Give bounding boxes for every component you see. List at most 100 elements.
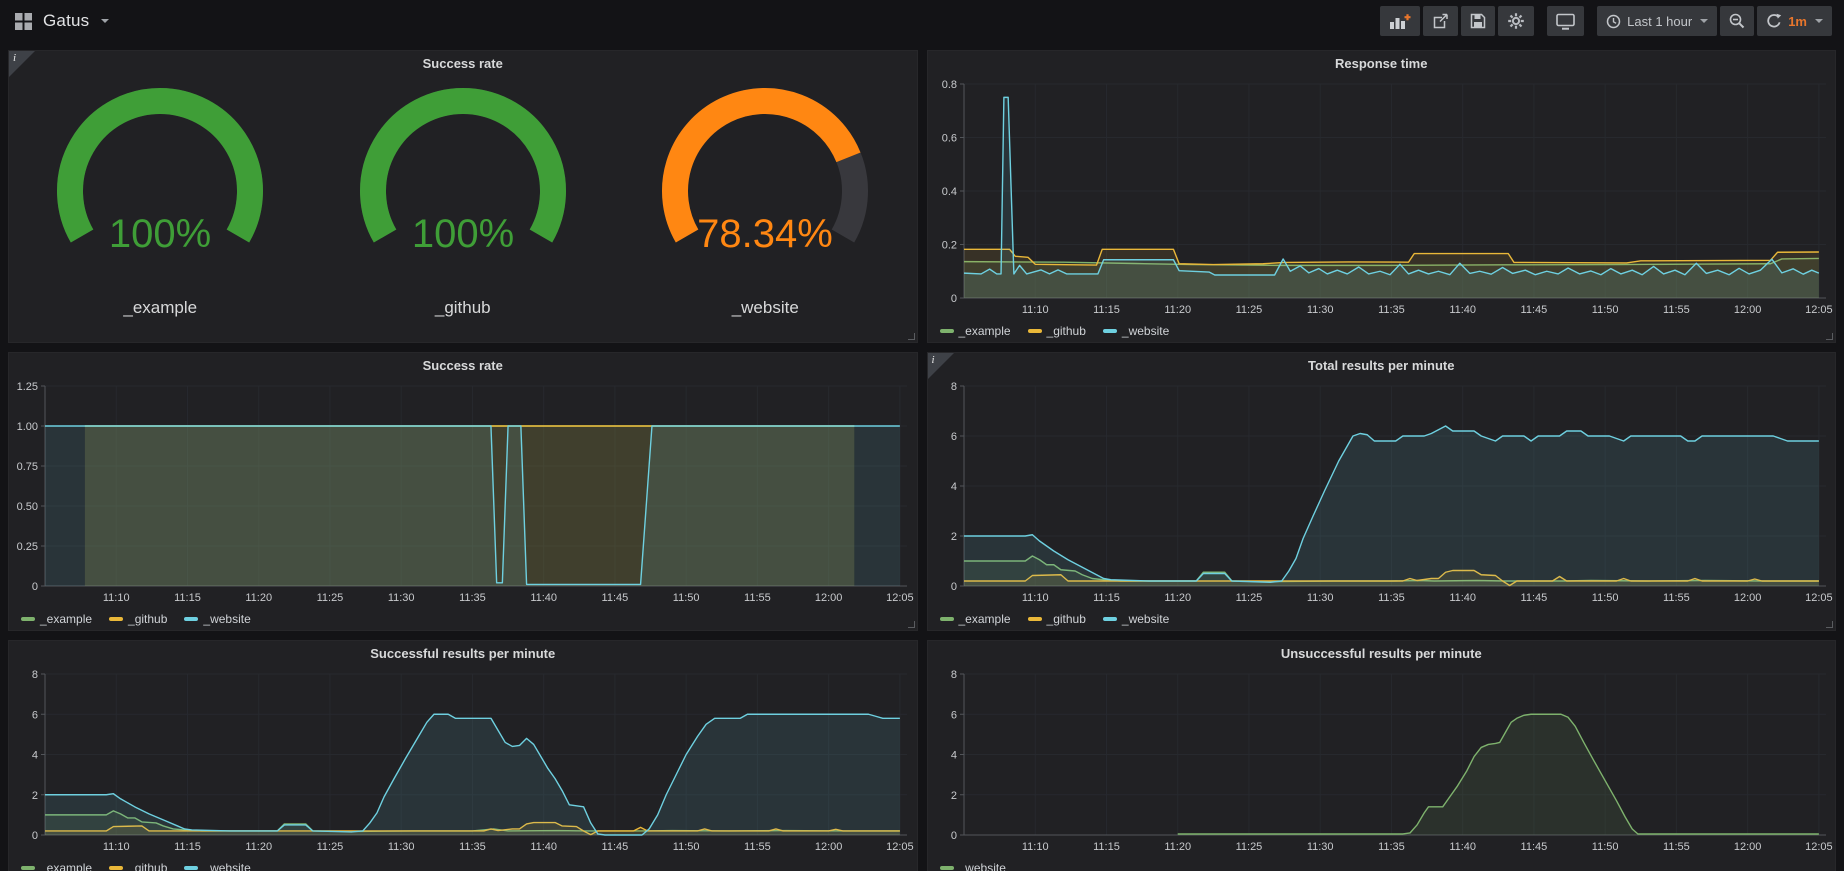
legend-item-_github[interactable]: _github xyxy=(109,612,167,626)
svg-text:11:10: 11:10 xyxy=(103,841,130,853)
svg-text:8: 8 xyxy=(32,669,38,681)
svg-text:11:45: 11:45 xyxy=(1520,592,1547,604)
dashboard-settings-button[interactable] xyxy=(1498,6,1534,36)
refresh-button[interactable]: 1m xyxy=(1757,6,1832,36)
dashboard-grid-icon[interactable] xyxy=(14,12,33,31)
gauge-arc: 78.34% xyxy=(615,87,915,287)
legend-color-dash xyxy=(21,617,35,621)
legend-label: _example xyxy=(40,861,92,871)
add-panel-button[interactable] xyxy=(1380,6,1420,36)
gauge-arc: 100% xyxy=(313,87,613,287)
legend-item-_example[interactable]: _example xyxy=(21,612,92,626)
time-range-caret-icon xyxy=(1700,19,1708,23)
panel-resize-handle[interactable] xyxy=(908,621,915,628)
panel-title[interactable]: Total results per minute xyxy=(928,353,1836,377)
dashboard-picker-caret-icon[interactable] xyxy=(101,19,109,23)
svg-text:0: 0 xyxy=(32,581,38,593)
legend-item-_website[interactable]: _website xyxy=(1103,324,1169,338)
legend-label: _github xyxy=(128,861,167,871)
add-panel-icon xyxy=(1389,13,1411,30)
gauge-arc: 100% xyxy=(10,87,310,287)
svg-text:4: 4 xyxy=(950,750,956,762)
svg-text:12:05: 12:05 xyxy=(1805,304,1833,316)
series-_website xyxy=(45,714,900,835)
svg-text:11:15: 11:15 xyxy=(174,841,201,853)
svg-text:11:30: 11:30 xyxy=(388,592,415,604)
svg-text:11:40: 11:40 xyxy=(530,592,557,604)
legend-item-_github[interactable]: _github xyxy=(109,861,167,871)
legend-item-_example[interactable]: _example xyxy=(21,861,92,871)
svg-text:0: 0 xyxy=(950,581,956,593)
svg-text:11:35: 11:35 xyxy=(1378,841,1405,853)
panel-title[interactable]: Successful results per minute xyxy=(9,641,917,665)
legend-item-_github[interactable]: _github xyxy=(1028,324,1086,338)
legend-item-_website[interactable]: _website xyxy=(940,861,1006,871)
svg-text:12:00: 12:00 xyxy=(1733,592,1761,604)
legend-item-_example[interactable]: _example xyxy=(940,612,1011,626)
zoom-out-button[interactable] xyxy=(1720,6,1754,36)
panel-resize-handle[interactable] xyxy=(908,333,915,340)
navbar: Gatus xyxy=(0,0,1844,42)
svg-text:11:40: 11:40 xyxy=(1449,304,1476,316)
legend-label: _website xyxy=(203,612,250,626)
success-rate-chart[interactable]: 00.250.500.751.001.2511:1011:1511:2011:2… xyxy=(9,377,917,606)
panel-title[interactable]: Success rate xyxy=(9,353,917,377)
svg-text:11:25: 11:25 xyxy=(317,841,344,853)
svg-text:4: 4 xyxy=(950,481,956,493)
svg-text:11:55: 11:55 xyxy=(1663,304,1690,316)
panel-title[interactable]: Response time xyxy=(928,51,1836,75)
time-range-label: Last 1 hour xyxy=(1627,14,1692,29)
svg-text:11:55: 11:55 xyxy=(744,592,771,604)
svg-text:0.50: 0.50 xyxy=(17,501,38,513)
panel-resize-handle[interactable] xyxy=(1826,621,1833,628)
svg-text:8: 8 xyxy=(950,669,956,681)
cycle-view-mode-button[interactable] xyxy=(1547,6,1584,36)
legend-color-dash xyxy=(940,866,954,870)
zoom-out-icon xyxy=(1729,13,1745,29)
total-results-chart[interactable]: 0246811:1011:1511:2011:2511:3011:3511:40… xyxy=(928,377,1836,606)
svg-text:0.6: 0.6 xyxy=(941,133,956,145)
save-dashboard-button[interactable] xyxy=(1461,6,1495,36)
svg-text:11:25: 11:25 xyxy=(317,592,344,604)
legend-color-dash xyxy=(184,617,198,621)
panel-success-rate-timeseries: Success rate 00.250.500.751.001.2511:101… xyxy=(8,352,918,631)
response-time-chart[interactable]: 00.20.40.60.811:1011:1511:2011:2511:3011… xyxy=(928,75,1836,318)
svg-text:11:20: 11:20 xyxy=(245,592,272,604)
legend-item-_website[interactable]: _website xyxy=(184,612,250,626)
svg-text:11:20: 11:20 xyxy=(1164,841,1191,853)
svg-text:12:00: 12:00 xyxy=(815,841,843,853)
time-range-picker-button[interactable]: Last 1 hour xyxy=(1597,6,1717,36)
svg-text:11:35: 11:35 xyxy=(459,592,486,604)
legend-item-_example[interactable]: _example xyxy=(940,324,1011,338)
svg-text:11:20: 11:20 xyxy=(1164,592,1191,604)
panel-successful-results: Successful results per minute 0246811:10… xyxy=(8,640,918,871)
svg-text:11:10: 11:10 xyxy=(1021,841,1048,853)
successful-results-chart[interactable]: 0246811:1011:1511:2011:2511:3011:3511:40… xyxy=(9,665,917,855)
panel-resize-handle[interactable] xyxy=(1826,333,1833,340)
tv-monitor-icon xyxy=(1556,13,1575,30)
svg-text:11:35: 11:35 xyxy=(459,841,486,853)
refresh-interval-caret-icon xyxy=(1815,19,1823,23)
svg-text:11:50: 11:50 xyxy=(673,592,700,604)
legend-label: _website xyxy=(203,861,250,871)
panel-title[interactable]: Unsuccessful results per minute xyxy=(928,641,1836,665)
panel-total-results: i Total results per minute 0246811:1011:… xyxy=(927,352,1837,631)
share-dashboard-button[interactable] xyxy=(1423,6,1458,36)
dashboard-title[interactable]: Gatus xyxy=(43,11,89,31)
panel-info-corner-icon[interactable]: i xyxy=(9,51,35,77)
svg-text:1.00: 1.00 xyxy=(17,421,38,433)
panel-title[interactable]: Success rate xyxy=(9,51,917,75)
svg-text:0.25: 0.25 xyxy=(17,541,38,553)
svg-text:11:15: 11:15 xyxy=(1093,841,1120,853)
gauge-label: _github xyxy=(312,298,615,318)
svg-text:11:35: 11:35 xyxy=(1378,304,1405,316)
gauge-value: 100% xyxy=(109,212,211,256)
unsuccessful-results-chart[interactable]: 0246811:1011:1511:2011:2511:3011:3511:40… xyxy=(928,665,1836,855)
panel-info-corner-icon[interactable]: i xyxy=(928,353,954,379)
legend-color-dash xyxy=(1028,617,1042,621)
svg-text:11:55: 11:55 xyxy=(744,841,771,853)
legend-item-_website[interactable]: _website xyxy=(1103,612,1169,626)
svg-text:11:40: 11:40 xyxy=(530,841,557,853)
legend-item-_github[interactable]: _github xyxy=(1028,612,1086,626)
legend-item-_website[interactable]: _website xyxy=(184,861,250,871)
